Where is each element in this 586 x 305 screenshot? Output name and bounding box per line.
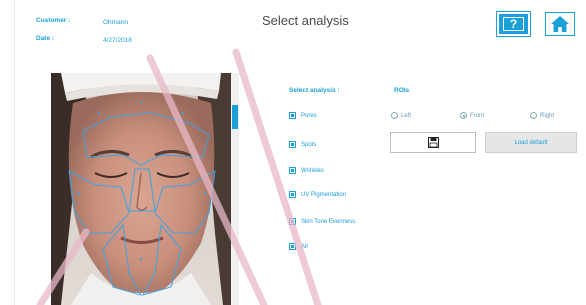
checkbox-uv-pigmentation[interactable]: UV Pigmentation (289, 191, 346, 198)
select-analysis-heading: Select analysis : (289, 87, 340, 94)
checkbox-box[interactable] (289, 141, 296, 148)
radio-left[interactable]: Left (391, 112, 411, 119)
save-button[interactable] (390, 132, 476, 153)
date-label: Date : (36, 35, 55, 42)
checkbox-spots[interactable]: Spots (289, 141, 316, 148)
radio-button[interactable] (460, 112, 467, 119)
rois-heading: ROIs (394, 87, 410, 94)
checkbox-label: Skin Tone Evenness (301, 218, 356, 225)
checkbox-box[interactable] (289, 167, 296, 174)
checkbox-box[interactable] (289, 243, 296, 250)
checkbox-pores[interactable]: Pores (289, 112, 317, 119)
radio-label: Front (470, 112, 485, 119)
checkbox-skin-tone-evenness[interactable]: Skin Tone Evenness (289, 218, 355, 225)
customer-label: Customer : (36, 17, 71, 24)
checkbox-label: All (301, 243, 308, 250)
face-image (51, 73, 231, 305)
customer-value: Ohmann (103, 19, 128, 26)
home-button[interactable] (545, 12, 575, 36)
checkbox-wrinkles[interactable]: Wrinkles (289, 167, 324, 174)
help-icon: ? (502, 17, 525, 31)
left-divider (14, 0, 15, 305)
radio-right[interactable]: Right (530, 112, 554, 119)
radio-label: Right (540, 112, 555, 119)
checkbox-box[interactable] (289, 112, 296, 119)
image-scrollbar[interactable] (231, 73, 239, 305)
floppy-disk-icon (427, 137, 439, 148)
checkbox-label: UV Pigmentation (301, 191, 347, 198)
checkbox-box[interactable] (289, 218, 296, 225)
page-title: Select analysis (262, 13, 349, 28)
help-button[interactable]: ? (496, 11, 531, 37)
radio-label: Left (401, 112, 412, 119)
checkbox-label: Spots (301, 141, 317, 148)
date-value: 4/27/2018 (103, 37, 132, 44)
radio-button[interactable] (391, 112, 398, 119)
checkbox-box[interactable] (289, 191, 296, 198)
load-default-button[interactable]: Load default (485, 132, 577, 153)
home-icon (551, 16, 569, 32)
radio-front[interactable]: Front (460, 112, 484, 119)
checkbox-label: Wrinkles (301, 167, 324, 174)
checkbox-label: Pores (301, 112, 317, 119)
scrollbar-thumb[interactable] (232, 105, 238, 129)
radio-button[interactable] (530, 112, 537, 119)
checkbox-all[interactable]: All (289, 243, 308, 250)
